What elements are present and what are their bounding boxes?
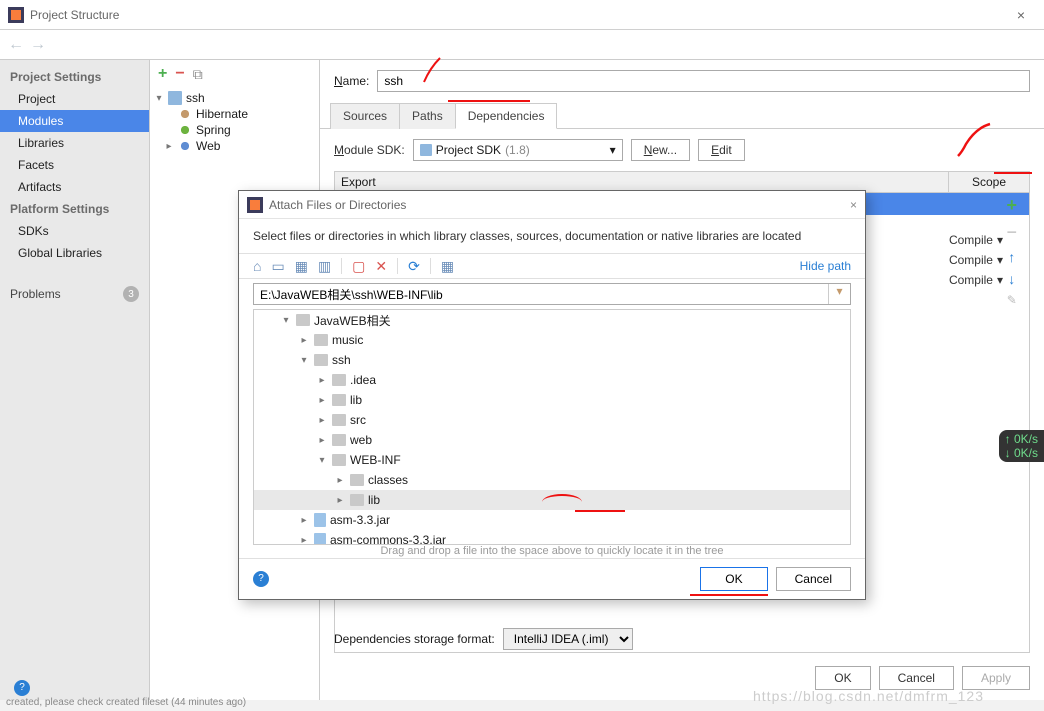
tree-node[interactable]: ▾JavaWEB相关 xyxy=(254,310,850,330)
module-sdk-select[interactable]: Project SDK (1.8) ▾ xyxy=(413,139,623,161)
dialog-help-icon[interactable]: ? xyxy=(253,571,269,587)
sidebar-item-modules[interactable]: Modules xyxy=(0,110,149,132)
refresh-icon[interactable]: ⟳ xyxy=(408,258,420,275)
module-node-ssh[interactable]: ▾ ssh xyxy=(150,90,319,106)
ok-button[interactable]: OK xyxy=(815,666,870,690)
project-settings-header: Project Settings xyxy=(0,66,149,88)
scope-select[interactable]: Compile▾ xyxy=(949,273,1003,287)
add-dependency-icon[interactable]: + xyxy=(1006,195,1017,216)
module-icon[interactable]: ▥ xyxy=(318,258,331,275)
edit-dependency-icon[interactable]: ✎ xyxy=(1007,293,1017,307)
tree-node[interactable]: ▸src xyxy=(254,410,850,430)
module-node-spring[interactable]: Spring xyxy=(150,122,319,138)
tree-node[interactable]: ▸web xyxy=(254,430,850,450)
hibernate-icon xyxy=(178,107,192,121)
file-tree[interactable]: ▾JavaWEB相关▸music▾ssh▸.idea▸lib▸src▸web▾W… xyxy=(253,309,851,545)
sdk-edit-button[interactable]: Edit xyxy=(698,139,745,161)
tab-dependencies[interactable]: Dependencies xyxy=(455,103,558,129)
tree-node[interactable]: ▾WEB-INF xyxy=(254,450,850,470)
tab-sources[interactable]: Sources xyxy=(330,103,400,129)
module-sdk-label: Module SDK: xyxy=(334,143,405,157)
nav-forward-icon[interactable]: → xyxy=(30,36,46,54)
remove-module-icon[interactable]: − xyxy=(175,65,184,83)
path-input[interactable] xyxy=(254,284,828,304)
tree-node[interactable]: ▸classes xyxy=(254,470,850,490)
scope-select[interactable]: Compile▾ xyxy=(949,253,1003,267)
folder-icon xyxy=(420,144,432,156)
dialog-ok-button[interactable]: OK xyxy=(700,567,767,591)
sidebar-item-facets[interactable]: Facets xyxy=(0,154,149,176)
close-icon[interactable]: × xyxy=(1006,7,1036,23)
tree-node[interactable]: ▸music xyxy=(254,330,850,350)
watermark: https://blog.csdn.net/dmfrm_123 xyxy=(753,688,984,704)
top-navbar: ← → xyxy=(0,30,1044,60)
tree-node[interactable]: ▸.idea xyxy=(254,370,850,390)
module-node-hibernate[interactable]: Hibernate xyxy=(150,106,319,122)
desktop-icon[interactable]: ▭ xyxy=(271,258,284,275)
tree-node[interactable]: ▸asm-3.3.jar xyxy=(254,510,850,530)
add-module-icon[interactable]: + xyxy=(158,65,167,83)
apply-button[interactable]: Apply xyxy=(962,666,1030,690)
dialog-hint: Drag and drop a file into the space abov… xyxy=(239,545,865,557)
settings-sidebar: Project Settings Project Modules Librari… xyxy=(0,60,150,700)
tab-paths[interactable]: Paths xyxy=(399,103,456,129)
app-icon xyxy=(8,7,24,23)
sidebar-item-project[interactable]: Project xyxy=(0,88,149,110)
project-icon[interactable]: ▦ xyxy=(295,258,308,275)
spring-icon xyxy=(178,123,192,137)
name-label: Name: xyxy=(334,74,369,88)
storage-label: Dependencies storage format: xyxy=(334,632,495,646)
move-down-icon[interactable]: ↓ xyxy=(1008,271,1015,287)
web-icon xyxy=(178,139,192,153)
help-icon[interactable]: ? xyxy=(14,680,30,696)
sidebar-item-problems[interactable]: Problems 3 xyxy=(0,278,149,310)
problems-label: Problems xyxy=(10,287,61,301)
dialog-title: Attach Files or Directories xyxy=(269,198,850,212)
tree-node[interactable]: ▾ssh xyxy=(254,350,850,370)
col-scope: Scope xyxy=(949,172,1029,192)
sidebar-item-artifacts[interactable]: Artifacts xyxy=(0,176,149,198)
sdk-new-button[interactable]: New... xyxy=(631,139,690,161)
scope-select[interactable]: Compile▾ xyxy=(949,233,1003,247)
tree-node[interactable]: ▸lib xyxy=(254,390,850,410)
remove-dependency-icon[interactable]: − xyxy=(1006,222,1017,243)
move-up-icon[interactable]: ↑ xyxy=(1008,249,1015,265)
platform-settings-header: Platform Settings xyxy=(0,198,149,220)
delete-icon[interactable]: ✕ xyxy=(375,258,387,275)
hide-path-link[interactable]: Hide path xyxy=(800,259,851,273)
chevron-down-icon: ▾ xyxy=(610,143,616,157)
window-title: Project Structure xyxy=(30,8,1006,22)
attach-dialog: Attach Files or Directories × Select fil… xyxy=(238,190,866,600)
history-icon[interactable]: ▾ xyxy=(828,284,850,304)
cancel-button[interactable]: Cancel xyxy=(879,666,954,690)
tree-node[interactable]: ▸asm-commons-3.3.jar xyxy=(254,530,850,545)
home-icon[interactable]: ⌂ xyxy=(253,258,261,274)
col-export: Export xyxy=(335,172,949,192)
window-titlebar: Project Structure × xyxy=(0,0,1044,30)
dialog-close-icon[interactable]: × xyxy=(850,198,857,212)
show-hidden-icon[interactable]: ▦ xyxy=(441,258,454,275)
copy-module-icon[interactable]: ⧉ xyxy=(193,66,203,83)
module-node-web[interactable]: ▸Web xyxy=(150,138,319,154)
storage-select[interactable]: IntelliJ IDEA (.iml) xyxy=(503,628,633,650)
dialog-cancel-button[interactable]: Cancel xyxy=(776,567,851,591)
sidebar-item-sdks[interactable]: SDKs xyxy=(0,220,149,242)
new-folder-icon[interactable]: ▢ xyxy=(352,258,365,275)
sidebar-item-global-libraries[interactable]: Global Libraries xyxy=(0,242,149,264)
network-speed-overlay: ↑ 0K/s ↓ 0K/s xyxy=(999,430,1044,462)
problems-count-badge: 3 xyxy=(123,286,139,302)
sidebar-item-libraries[interactable]: Libraries xyxy=(0,132,149,154)
nav-back-icon[interactable]: ← xyxy=(8,36,24,54)
app-icon xyxy=(247,197,263,213)
name-input[interactable] xyxy=(377,70,1030,92)
dialog-description: Select files or directories in which lib… xyxy=(239,219,865,253)
folder-icon xyxy=(168,91,182,105)
